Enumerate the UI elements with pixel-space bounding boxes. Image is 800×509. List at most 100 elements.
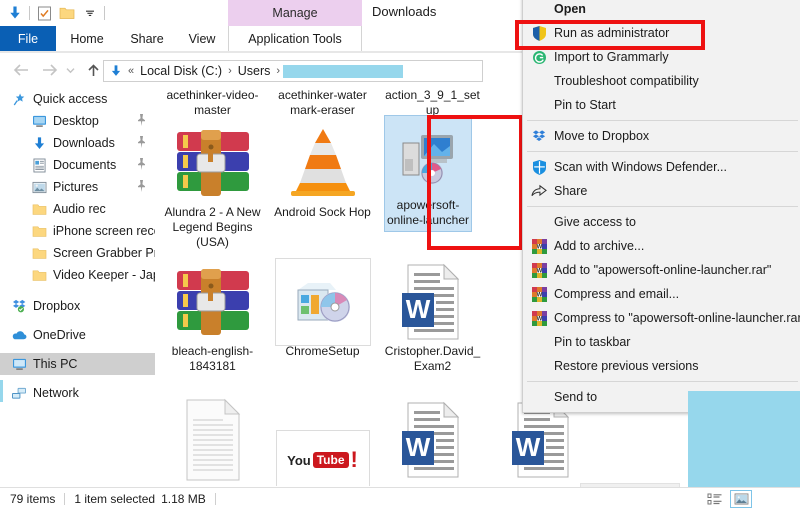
text-doc-icon <box>164 398 261 482</box>
sidebar-item-label: Desktop <box>53 114 99 128</box>
menu-item-share[interactable]: Share <box>523 179 800 203</box>
customize-dropdown-icon[interactable] <box>81 4 99 22</box>
sidebar-item-label: Audio rec <box>53 202 106 216</box>
status-divider-2 <box>214 493 216 505</box>
context-menu[interactable]: Open Run as administrator Import to Gram… <box>522 0 800 413</box>
file-item[interactable] <box>164 398 261 482</box>
menu-item-compress-and-email[interactable]: W Compress and email... <box>523 282 800 306</box>
sidebar-item-quick-access[interactable]: Quick access <box>0 88 155 110</box>
sidebar-item-this-pc[interactable]: This PC <box>0 353 155 375</box>
back-button[interactable] <box>10 60 32 80</box>
folder-icon <box>30 201 48 217</box>
word-doc-icon: W <box>384 398 481 482</box>
tab-view[interactable]: View <box>176 26 228 52</box>
breadcrumb-local-disk[interactable]: Local Disk (C:) <box>137 64 225 78</box>
file-item[interactable]: Alundra 2 - A New Legend Begins (USA) <box>164 121 261 250</box>
sidebar-item-pictures[interactable]: Pictures <box>0 176 155 198</box>
sidebar-item-video-keeper[interactable]: Video Keeper - Japa <box>0 264 155 286</box>
sidebar-item-audio-rec[interactable]: Audio rec <box>0 198 155 220</box>
sidebar-item-screen-grabber-pro[interactable]: Screen Grabber Pro <box>0 242 155 264</box>
file-label: Cristopher.David_Exam2 <box>384 344 481 373</box>
large-icons-view-button[interactable] <box>730 490 752 508</box>
details-view-button[interactable] <box>704 490 726 508</box>
sidebar-item-dropbox[interactable]: Dropbox <box>0 295 155 317</box>
winrar-icon: W <box>526 261 552 279</box>
this-pc-icon <box>10 356 28 372</box>
sidebar-item-onedrive[interactable]: OneDrive <box>0 324 155 346</box>
dropbox-icon <box>526 127 552 145</box>
selection-size: 1.18 MB <box>161 492 206 506</box>
recent-locations-button[interactable] <box>62 60 78 80</box>
menu-item-add-to-archive[interactable]: W Add to archive... <box>523 234 800 258</box>
svg-text:W: W <box>536 244 542 250</box>
breadcrumb-users[interactable]: Users <box>235 64 274 78</box>
file-label: Alundra 2 - A New Legend Begins (USA) <box>164 205 261 249</box>
downloads-icon[interactable] <box>6 4 24 22</box>
dropbox-icon <box>10 298 28 314</box>
youtube-icon: You Tube ! <box>274 418 371 486</box>
up-button[interactable] <box>82 60 104 80</box>
tab-application-tools[interactable]: Application Tools <box>228 26 362 52</box>
menu-item-pin-to-taskbar[interactable]: Pin to taskbar <box>523 330 800 354</box>
sidebar-item-desktop[interactable]: Desktop <box>0 110 155 132</box>
toolbar-divider-2 <box>104 6 105 20</box>
defender-icon <box>526 158 552 176</box>
menu-item-troubleshoot-compatibility[interactable]: Troubleshoot compatibility <box>523 69 800 93</box>
properties-icon[interactable] <box>35 4 53 22</box>
pin-icon[interactable] <box>137 136 146 151</box>
star-pin-icon <box>10 91 28 107</box>
sidebar-item-network[interactable]: Network <box>0 382 155 404</box>
pin-icon[interactable] <box>137 114 146 129</box>
breadcrumb-redacted-username <box>283 64 404 78</box>
menu-item-restore-previous-versions[interactable]: Restore previous versions <box>523 354 800 378</box>
tab-share[interactable]: Share <box>118 26 176 52</box>
file-label: acethinker-water mark-eraser <box>278 88 367 117</box>
sidebar-item-label: Downloads <box>53 136 115 150</box>
annotation-box-selected-file <box>427 115 523 250</box>
file-item[interactable]: Android Sock Hop <box>274 121 371 220</box>
menu-item-open[interactable]: Open <box>523 0 800 21</box>
sidebar-item-label: This PC <box>33 357 78 371</box>
winrar-icon: W <box>526 237 552 255</box>
file-item[interactable]: W <box>384 398 481 482</box>
menu-item-pin-to-start[interactable]: Pin to Start <box>523 93 800 117</box>
svg-text:W: W <box>536 292 542 298</box>
file-item[interactable]: bleach-english-1843181 <box>164 260 261 374</box>
sidebar-item-label: iPhone screen record <box>53 224 155 238</box>
tab-file[interactable]: File <box>0 26 56 52</box>
file-label: ChromeSetup <box>285 344 360 358</box>
file-item[interactable]: You Tube ! <box>274 418 371 486</box>
manage-contextual-tab-header[interactable]: Manage <box>228 0 362 26</box>
address-breadcrumb-box[interactable]: « Local Disk (C:) › Users › <box>103 60 483 82</box>
file-item[interactable]: acethinker-water mark-eraser <box>274 88 371 118</box>
menu-item-move-to-dropbox[interactable]: Move to Dropbox <box>523 124 800 148</box>
pin-icon[interactable] <box>137 180 146 195</box>
menu-separator <box>527 206 798 207</box>
sidebar-item-documents[interactable]: Documents <box>0 154 155 176</box>
folder-icon <box>30 267 48 283</box>
breadcrumb-chevron-icon[interactable]: › <box>225 65 235 77</box>
menu-item-add-to-named-archive[interactable]: W Add to "apowersoft-online-launcher.rar… <box>523 258 800 282</box>
item-count: 79 items <box>10 492 56 506</box>
window-title: Downloads <box>372 4 437 19</box>
menu-item-compress-to-named-archive[interactable]: W Compress to "apowersoft-online-launche… <box>523 306 800 330</box>
file-item[interactable]: W Cristopher.David_Exam2 <box>384 260 481 374</box>
pin-icon[interactable] <box>137 158 146 173</box>
svg-text:W: W <box>536 268 542 274</box>
tab-home[interactable]: Home <box>56 26 118 52</box>
file-item[interactable]: action_3_9_1_setup <box>384 88 481 118</box>
svg-text:W: W <box>405 432 430 462</box>
svg-text:W: W <box>515 432 540 462</box>
file-item[interactable]: acethinker-video-master <box>164 88 261 118</box>
new-folder-icon[interactable] <box>58 4 76 22</box>
forward-button[interactable] <box>38 60 60 80</box>
navigation-pane: Quick access Desktop Downloads Documents <box>0 88 155 486</box>
menu-item-scan-with-windows-defender[interactable]: Scan with Windows Defender... <box>523 155 800 179</box>
sidebar-item-iphone-screen-record[interactable]: iPhone screen record <box>0 220 155 242</box>
menu-item-give-access-to[interactable]: Give access to <box>523 210 800 234</box>
file-item[interactable]: ChromeSetup <box>274 258 371 359</box>
quick-access-toolbar <box>6 3 105 23</box>
breadcrumb-overflow[interactable]: « <box>125 65 137 77</box>
sidebar-item-downloads[interactable]: Downloads <box>0 132 155 154</box>
breadcrumb-chevron-icon-2[interactable]: › <box>273 65 283 77</box>
